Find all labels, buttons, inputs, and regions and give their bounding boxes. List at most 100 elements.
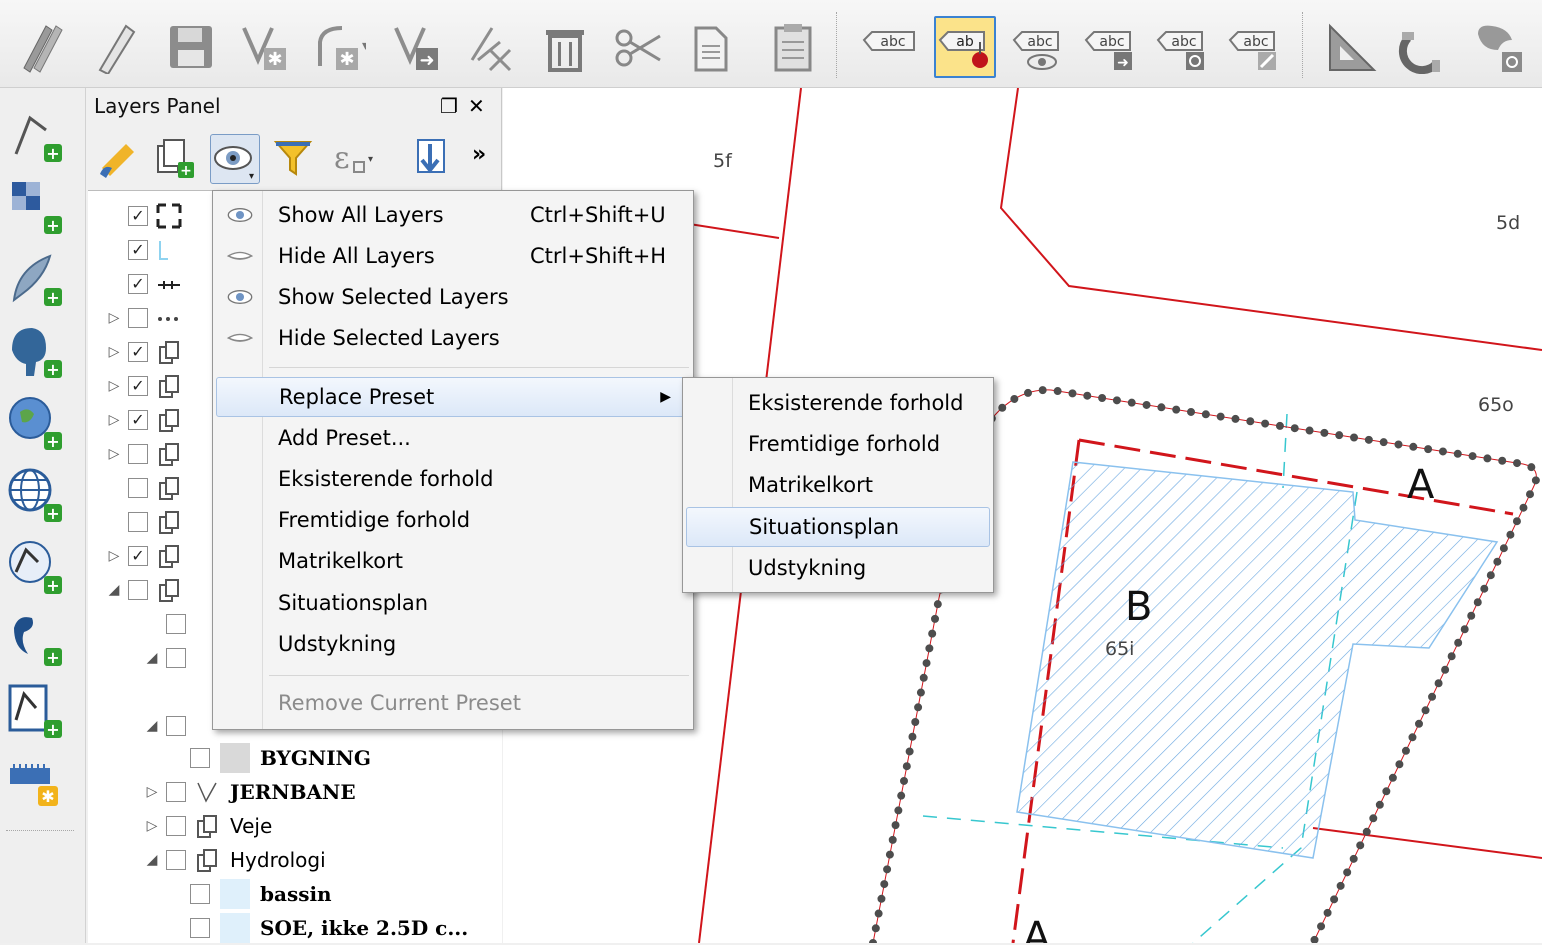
tree-row[interactable]: ✓ xyxy=(106,199,182,233)
digitize-with-segment-button[interactable]: ✱ ▾ xyxy=(308,16,370,78)
submenu-item-fremtidige-forhold[interactable]: Fremtidige forhold xyxy=(686,424,990,464)
copy-features-button[interactable] xyxy=(680,16,742,78)
manage-map-themes-button[interactable]: ▾ xyxy=(210,134,260,184)
tree-row[interactable]: ◢ xyxy=(144,709,186,743)
menu-item-preset-eksisterende-forhold[interactable]: Eksisterende forhold xyxy=(216,459,690,499)
layer-visibility-checkbox[interactable]: ✓ xyxy=(128,240,148,260)
tree-row[interactable]: ◢ xyxy=(106,573,182,607)
tree-row[interactable]: ▷ xyxy=(106,301,182,335)
move-label-button[interactable]: abc ➜ xyxy=(1080,16,1142,78)
menu-item-add-preset[interactable]: Add Preset... xyxy=(216,418,690,458)
svg-text:+: + xyxy=(46,720,59,739)
add-spatialite-layer-button[interactable]: + xyxy=(6,608,76,670)
change-label-button[interactable]: abc xyxy=(1224,16,1286,78)
add-virtual-layer-button[interactable]: + xyxy=(6,680,76,742)
delete-selected-button[interactable] xyxy=(534,16,596,78)
add-group-button[interactable]: + xyxy=(152,134,202,184)
layer-visibility-checkbox[interactable]: ✓ xyxy=(128,546,148,566)
tree-row[interactable]: ▷ ✓ xyxy=(106,335,182,369)
menu-separator xyxy=(269,675,689,676)
topological-editing-button[interactable] xyxy=(1468,16,1530,78)
layer-item-soe[interactable]: SOE, ikke 2.5D c... xyxy=(184,911,468,945)
add-point-feature-button[interactable]: ✱ xyxy=(234,16,296,78)
layer-visibility-checkbox[interactable] xyxy=(128,580,148,600)
create-layer-button[interactable]: ✱▾ xyxy=(6,752,77,814)
menu-item-replace-preset[interactable]: Replace Preset ▶ xyxy=(216,377,690,417)
show-hide-labels-button[interactable]: abc xyxy=(1008,16,1070,78)
layer-visibility-checkbox[interactable]: ✓ xyxy=(128,206,148,226)
add-wms-layer-button[interactable]: + xyxy=(6,392,76,454)
close-icon[interactable]: ✕ xyxy=(468,94,485,118)
rotate-label-button[interactable]: abc xyxy=(1152,16,1214,78)
menu-item-hide-all-layers[interactable]: Hide All Layers Ctrl+Shift+H xyxy=(216,236,690,276)
tree-row[interactable] xyxy=(144,607,186,641)
layer-visibility-checkbox[interactable] xyxy=(128,478,148,498)
layer-item-jernbane[interactable]: ▷ JERNBANE xyxy=(144,775,356,809)
menu-item-preset-situationsplan[interactable]: Situationsplan xyxy=(216,583,690,623)
tree-row[interactable]: ▷ ✓ xyxy=(106,403,182,437)
more-tools-icon[interactable]: » xyxy=(472,142,486,167)
layer-visibility-checkbox[interactable]: ✓ xyxy=(128,274,148,294)
group-visibility-checkbox[interactable] xyxy=(166,816,186,836)
cut-features-button[interactable] xyxy=(608,16,670,78)
add-wcs-layer-button[interactable]: + xyxy=(6,464,76,526)
layer-item-bassin[interactable]: bassin xyxy=(184,877,332,911)
add-wfs-layer-button[interactable]: +▾ xyxy=(6,536,77,598)
tree-row[interactable]: ▷ ✓ xyxy=(106,369,182,403)
node-tool-button[interactable] xyxy=(460,16,522,78)
pin-labels-button[interactable]: ab xyxy=(934,16,996,78)
enable-snapping-button[interactable] xyxy=(1394,16,1456,78)
layer-visibility-checkbox[interactable] xyxy=(190,748,210,768)
menu-item-preset-udstykning[interactable]: Udstykning xyxy=(216,624,690,664)
layer-item-bygning[interactable]: BYGNING xyxy=(184,741,371,775)
tree-row[interactable]: ▷ ✓ xyxy=(106,539,182,573)
toggle-editing-button[interactable] xyxy=(12,16,74,78)
layer-visibility-checkbox[interactable] xyxy=(190,918,210,938)
submenu-item-situationsplan[interactable]: Situationsplan xyxy=(686,507,990,547)
layer-visibility-checkbox[interactable] xyxy=(128,512,148,532)
menu-item-show-selected-layers[interactable]: Show Selected Layers xyxy=(216,277,690,317)
tree-row[interactable]: ✓ xyxy=(106,233,182,267)
svg-text:+: + xyxy=(46,144,59,163)
float-panel-icon[interactable]: ❐ xyxy=(440,94,458,118)
layer-visibility-checkbox[interactable]: ✓ xyxy=(128,376,148,396)
snapping-options-button[interactable] xyxy=(1320,16,1382,78)
paste-features-button[interactable] xyxy=(762,16,824,78)
tree-row[interactable]: ▷ xyxy=(106,437,182,471)
menu-item-hide-selected-layers[interactable]: Hide Selected Layers xyxy=(216,318,690,358)
menu-item-show-all-layers[interactable]: Show All Layers Ctrl+Shift+U xyxy=(216,195,690,235)
layer-visibility-checkbox[interactable] xyxy=(190,884,210,904)
layer-visibility-checkbox[interactable] xyxy=(166,782,186,802)
menu-item-preset-matrikelkort[interactable]: Matrikelkort xyxy=(216,541,690,581)
layer-visibility-checkbox[interactable] xyxy=(166,614,186,634)
menu-item-preset-fremtidige-forhold[interactable]: Fremtidige forhold xyxy=(216,500,690,540)
layer-visibility-checkbox[interactable]: ✓ xyxy=(128,410,148,430)
new-vector-layer-button[interactable]: + xyxy=(6,104,76,166)
filter-legend-button[interactable] xyxy=(270,134,320,184)
tree-row[interactable]: ✓ xyxy=(106,267,182,301)
layer-labeling-options-button[interactable]: abc xyxy=(858,16,920,78)
add-postgis-layer-button[interactable]: +▾ xyxy=(6,320,77,382)
add-delimited-text-layer-button[interactable]: + xyxy=(6,248,76,310)
filter-by-expression-button[interactable]: ε ▾ xyxy=(328,134,378,184)
tree-row[interactable]: ◢ xyxy=(144,641,186,675)
submenu-item-eksisterende-forhold[interactable]: Eksisterende forhold xyxy=(686,383,990,423)
tree-row[interactable] xyxy=(106,471,182,505)
expand-all-button[interactable] xyxy=(410,134,460,184)
layer-visibility-checkbox[interactable]: ✓ xyxy=(128,342,148,362)
submenu-item-matrikelkort[interactable]: Matrikelkort xyxy=(686,465,990,505)
layer-visibility-checkbox[interactable] xyxy=(128,308,148,328)
layer-visibility-checkbox[interactable] xyxy=(166,716,186,736)
add-raster-layer-button[interactable]: + xyxy=(6,176,76,238)
current-edits-button[interactable] xyxy=(86,16,148,78)
move-feature-button[interactable]: ➜ xyxy=(386,16,448,78)
open-styling-button[interactable] xyxy=(96,134,146,184)
group-item-veje[interactable]: ▷ Veje xyxy=(144,809,272,843)
group-item-hydrologi[interactable]: ◢ Hydrologi xyxy=(144,843,326,877)
save-edits-button[interactable] xyxy=(160,16,222,78)
layer-visibility-checkbox[interactable] xyxy=(166,648,186,668)
layer-visibility-checkbox[interactable] xyxy=(128,444,148,464)
tree-row[interactable] xyxy=(106,505,182,539)
group-visibility-checkbox[interactable] xyxy=(166,850,186,870)
submenu-item-udstykning[interactable]: Udstykning xyxy=(686,548,990,588)
